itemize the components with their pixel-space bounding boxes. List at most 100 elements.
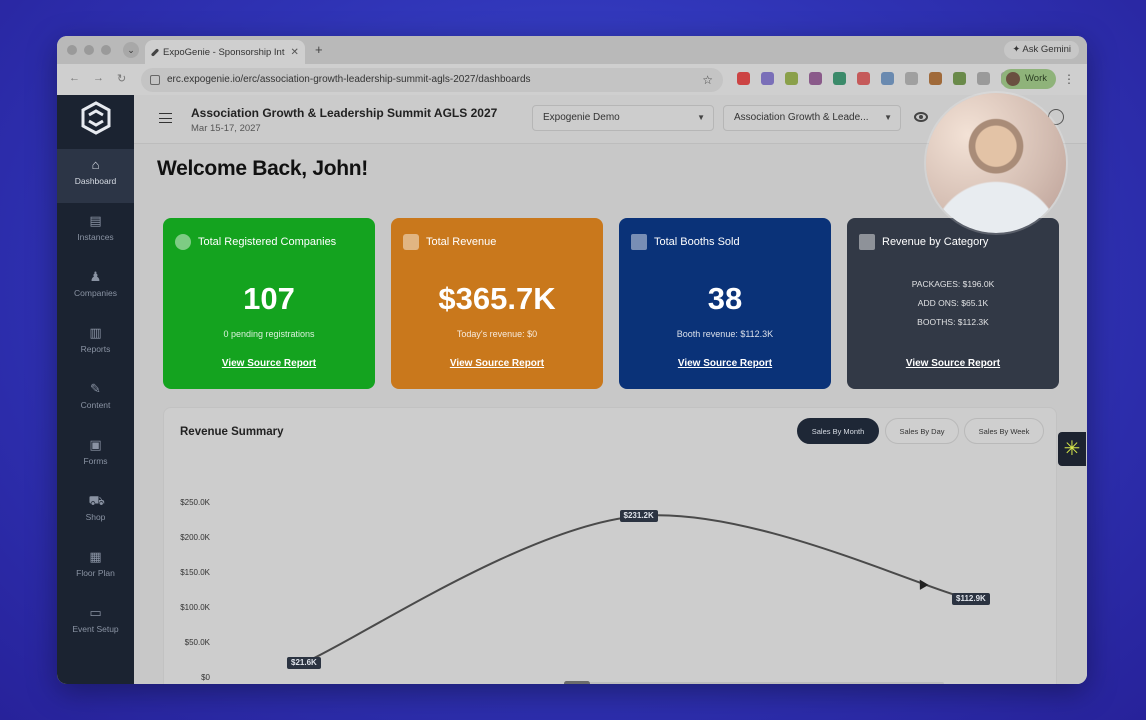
extension-icon[interactable] <box>785 72 798 85</box>
category-line: BOOTHS: $112.3K <box>917 317 989 327</box>
sidebar-item-label: Content <box>80 400 111 410</box>
sidebar-item-reports[interactable]: ▥ Reports <box>57 317 134 371</box>
view-source-report-link[interactable]: View Source Report <box>163 358 375 369</box>
edit-icon: ✎ <box>90 381 101 396</box>
ask-gemini-button[interactable]: ✦ Ask Gemini <box>1004 41 1079 59</box>
category-line: PACKAGES: $196.0K <box>911 279 995 289</box>
extension-icon[interactable] <box>833 72 846 85</box>
revenue-series-line <box>303 514 970 664</box>
browser-menu-icon[interactable]: ⋮ <box>1063 72 1075 86</box>
card-revenue-by-category: Revenue by Category PACKAGES: $196.0K AD… <box>847 218 1059 389</box>
extension-icon[interactable] <box>737 72 750 85</box>
card-title: Total Booths Sold <box>654 236 740 248</box>
sidebar-item-label: Shop <box>85 512 106 522</box>
chevron-down-icon: ▼ <box>697 113 705 122</box>
card-total-revenue: Total Revenue $365.7K Today's revenue: $… <box>391 218 603 389</box>
extension-icon[interactable] <box>953 72 966 85</box>
card-subtitle: Booth revenue: $112.3K <box>676 329 774 339</box>
category-shapes-icon <box>859 234 875 250</box>
chevron-down-icon: ▼ <box>884 113 892 122</box>
expogenie-logo-icon[interactable] <box>81 101 111 135</box>
view-source-report-link[interactable]: View Source Report <box>847 358 1059 369</box>
sidebar: ⌂ Dashboard ▤ Instances ♟ Companies ▥ Reports ✎ C… <box>57 95 134 684</box>
chart-scrollbar[interactable] <box>564 681 944 684</box>
sidebar-item-instances[interactable]: ▤ Instances <box>57 205 134 259</box>
view-source-report-link[interactable]: View Source Report <box>619 358 831 369</box>
home-icon: ⌂ <box>91 157 100 172</box>
organization-select-value: Expogenie Demo <box>543 112 620 123</box>
card-subtitle: Today's revenue: $0 <box>456 329 538 339</box>
money-icon <box>403 234 419 250</box>
welcome-heading: Welcome Back, John! <box>157 157 368 180</box>
close-tab-icon[interactable]: ✕ <box>290 47 298 58</box>
event-title: Association Growth & Leadership Summit A… <box>191 106 498 120</box>
card-value: $365.7K <box>438 281 556 316</box>
bookmark-star-icon[interactable]: ☆ <box>702 68 713 92</box>
revenue-line-chart <box>301 513 972 666</box>
assistant-widget-icon[interactable]: ✳ <box>1058 432 1086 466</box>
maximize-window-button[interactable] <box>101 45 111 55</box>
data-label: $231.2K <box>619 510 658 523</box>
card-total-registered-companies: Total Registered Companies 107 0 pending… <box>163 218 375 389</box>
tab-search-icon[interactable]: ⌄ <box>123 42 139 58</box>
users-icon: ♟ <box>89 269 102 284</box>
card-value: 38 <box>707 281 743 316</box>
sidebar-item-content[interactable]: ✎ Content <box>57 373 134 427</box>
view-source-report-link[interactable]: View Source Report <box>391 358 603 369</box>
profile-button[interactable]: Work <box>1001 69 1056 89</box>
card-subtitle: 0 pending registrations <box>223 329 315 339</box>
map-icon <box>631 234 647 250</box>
sidebar-item-shop[interactable]: ⛟ Shop <box>57 485 134 539</box>
event-select-value: Association Growth & Leade... <box>734 112 869 123</box>
browser-toolbar: ← → ↻ erc.expogenie.io/erc/association-g… <box>57 64 1087 95</box>
sidebar-item-label: Event Setup <box>72 624 119 634</box>
sidebar-item-label: Floor Plan <box>76 568 115 578</box>
calendar-icon: ▭ <box>89 605 102 620</box>
sidebar-item-floor-plan[interactable]: ▦ Floor Plan <box>57 541 134 595</box>
card-total-booths-sold: Total Booths Sold 38 Booth revenue: $112… <box>619 218 831 389</box>
url-text: erc.expogenie.io/erc/association-growth-… <box>167 74 531 85</box>
extension-icon[interactable] <box>881 72 894 85</box>
extensions-row <box>737 72 1014 85</box>
extension-icon[interactable] <box>905 72 918 85</box>
hamburger-menu-icon[interactable] <box>159 113 172 123</box>
sidebar-item-label: Dashboard <box>74 176 117 186</box>
new-tab-icon[interactable]: + <box>315 42 323 57</box>
forward-icon[interactable]: → <box>93 72 104 84</box>
document-icon: ▤ <box>89 213 102 228</box>
extension-icon[interactable] <box>857 72 870 85</box>
sidebar-item-dashboard[interactable]: ⌂ Dashboard <box>57 149 134 203</box>
tab-title: ExpoGenie - Sponsorship Int <box>163 46 285 58</box>
back-icon[interactable]: ← <box>69 72 80 84</box>
address-bar[interactable]: erc.expogenie.io/erc/association-growth-… <box>141 68 723 92</box>
browser-tab[interactable]: ExpoGenie - Sponsorship Int ✕ <box>145 40 305 64</box>
preview-eye-icon[interactable] <box>914 112 928 122</box>
extension-icon[interactable] <box>761 72 774 85</box>
extension-icon[interactable] <box>929 72 942 85</box>
sidebar-item-label: Instances <box>77 232 114 242</box>
extensions-puzzle-icon[interactable] <box>977 72 990 85</box>
sidebar-item-label: Reports <box>80 344 111 354</box>
revenue-summary-panel: Revenue Summary Sales By Month Sales By … <box>163 407 1057 684</box>
sidebar-item-label: Companies <box>74 288 117 298</box>
sidebar-item-forms[interactable]: ▣ Forms <box>57 429 134 483</box>
profile-label: Work <box>1025 73 1047 84</box>
minimize-window-button[interactable] <box>84 45 94 55</box>
card-value: 107 <box>243 281 295 316</box>
ask-gemini-label: Ask Gemini <box>1022 44 1071 55</box>
extension-icon[interactable] <box>809 72 822 85</box>
organization-select[interactable]: Expogenie Demo ▼ <box>532 105 714 131</box>
close-window-button[interactable] <box>67 45 77 55</box>
sidebar-item-event-setup[interactable]: ▭ Event Setup <box>57 597 134 651</box>
reload-icon[interactable]: ↻ <box>117 72 126 85</box>
card-title: Total Registered Companies <box>198 236 337 248</box>
data-label: $21.6K <box>287 656 321 669</box>
data-label: $112.9K <box>952 592 990 605</box>
site-info-icon[interactable] <box>150 75 160 85</box>
user-circle-icon <box>175 234 191 250</box>
event-select[interactable]: Association Growth & Leade... ▼ <box>723 105 901 131</box>
card-title: Total Revenue <box>426 236 497 248</box>
forms-icon: ▣ <box>89 437 102 452</box>
sidebar-item-companies[interactable]: ♟ Companies <box>57 261 134 315</box>
sidebar-item-label: Forms <box>83 456 108 466</box>
